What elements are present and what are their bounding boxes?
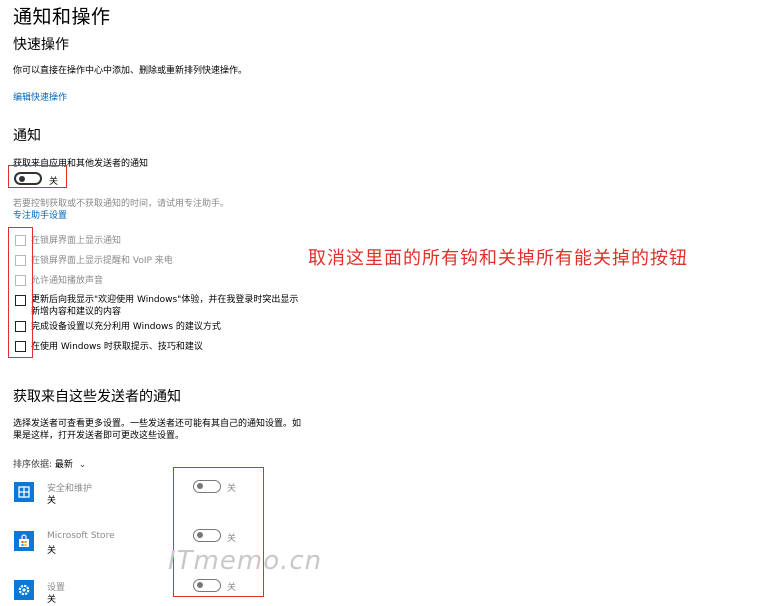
lockscreen-notifications-checkbox[interactable]	[15, 235, 26, 246]
notifications-toggle-label: 获取来自应用和其他发送者的通知	[13, 159, 149, 169]
app-status-microsoft-store: 关	[47, 546, 57, 556]
settings-app-toggle[interactable]	[193, 579, 221, 592]
sort-by-value: 最新	[54, 460, 73, 470]
highlight-box-checkboxes	[8, 227, 33, 358]
app-status-settings: 关	[47, 595, 57, 605]
welcome-experience-label-line1: 更新后向我显示"欢迎使用 Windows"体验，并在我登录时突出显示	[31, 295, 299, 305]
notifications-toggle[interactable]	[14, 172, 42, 185]
senders-description-line2: 果是这样，打开发送者即可更改这些设置。	[13, 431, 185, 441]
quick-actions-description: 你可以直接在操作中心中添加、删除或重新排列快速操作。	[13, 66, 248, 76]
toggle-knob	[197, 483, 203, 489]
lockscreen-reminders-label: 在锁屏界面上显示提醒和 VoIP 来电	[31, 256, 173, 266]
lockscreen-notifications-label: 在锁屏界面上显示通知	[31, 236, 122, 246]
toggle-knob	[19, 176, 25, 182]
app-status-security-maintenance: 关	[47, 496, 57, 506]
sort-by-dropdown[interactable]: 排序依据: 最新 ⌄	[13, 457, 86, 470]
edit-quick-actions-link[interactable]: 编辑快速操作	[13, 90, 67, 103]
welcome-experience-label-line2: 新增内容和建议的内容	[31, 307, 122, 317]
notification-sounds-label: 允许通知播放声音	[31, 276, 104, 286]
tips-tricks-checkbox[interactable]	[15, 341, 26, 352]
device-setup-suggestions-checkbox[interactable]	[15, 321, 26, 332]
toggle-knob	[197, 582, 203, 588]
watermark: ITmemo.cn	[168, 546, 323, 576]
microsoft-store-toggle-state: 关	[227, 534, 237, 544]
security-maintenance-toggle-state: 关	[227, 484, 237, 494]
notifications-toggle-state: 关	[49, 177, 59, 187]
settings-app-toggle-state: 关	[227, 583, 237, 593]
sort-by-label: 排序依据:	[13, 460, 55, 470]
microsoft-store-toggle[interactable]	[193, 529, 221, 542]
welcome-experience-checkbox[interactable]	[15, 295, 26, 306]
tips-tricks-label: 在使用 Windows 时获取提示、技巧和建议	[31, 342, 203, 352]
annotation-text: 取消这里面的所有钩和关掉所有能关掉的按钮	[308, 248, 688, 269]
focus-assist-settings-link[interactable]: 专注助手设置	[13, 208, 67, 221]
security-maintenance-toggle[interactable]	[193, 480, 221, 493]
store-bag-icon	[14, 531, 34, 551]
security-maintenance-icon	[14, 482, 34, 502]
gear-icon	[14, 580, 34, 600]
notification-sounds-checkbox[interactable]	[15, 275, 26, 286]
page-title: 通知和操作	[13, 6, 111, 28]
device-setup-suggestions-label: 完成设备设置以充分利用 Windows 的建议方式	[31, 322, 221, 332]
lockscreen-reminders-checkbox[interactable]	[15, 255, 26, 266]
quick-actions-heading: 快速操作	[13, 37, 69, 53]
app-name-microsoft-store[interactable]: Microsoft Store	[47, 531, 115, 541]
chevron-down-icon: ⌄	[78, 460, 87, 470]
senders-heading: 获取来自这些发送者的通知	[13, 389, 181, 405]
notifications-heading: 通知	[13, 128, 41, 144]
toggle-knob	[197, 532, 203, 538]
